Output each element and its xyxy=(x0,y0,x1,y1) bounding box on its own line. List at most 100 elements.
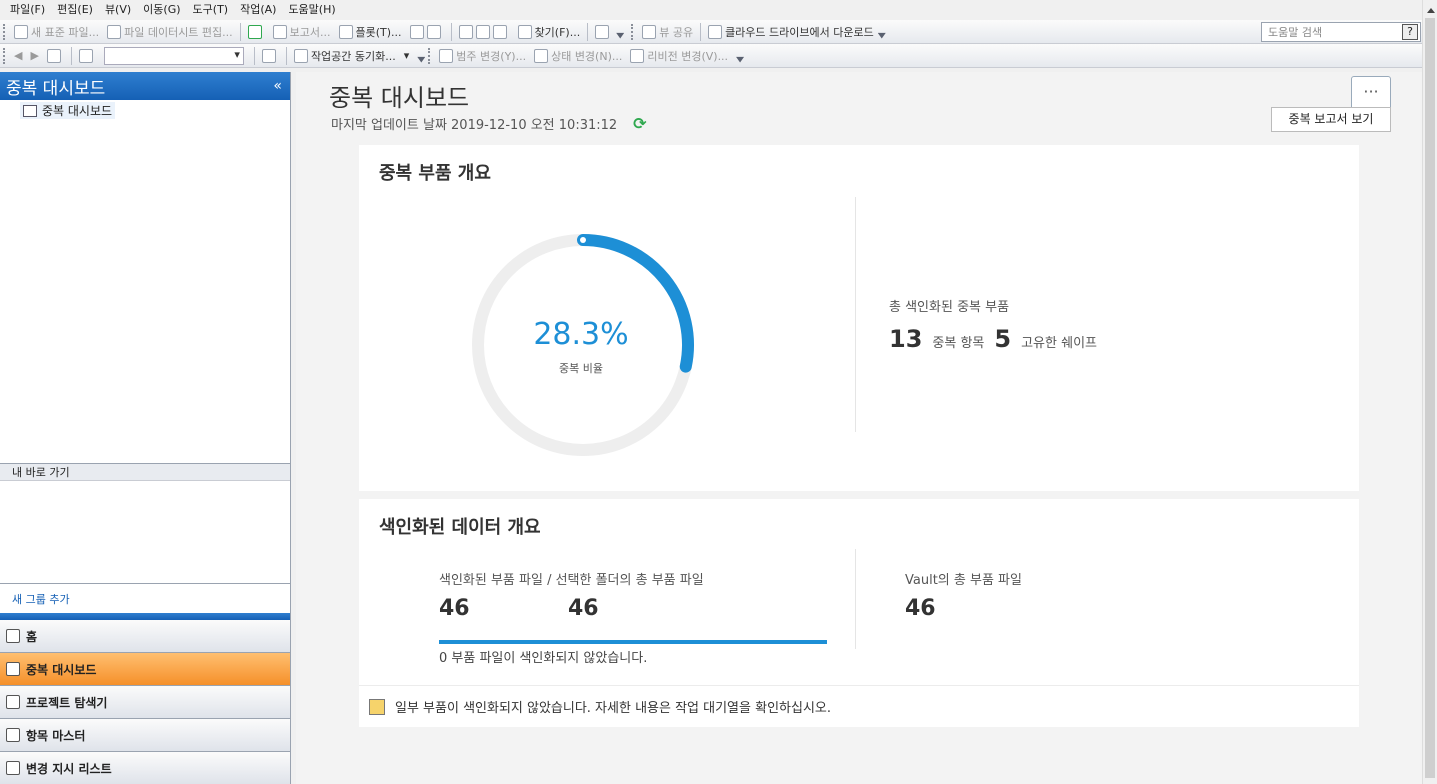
edit-datasheet-button[interactable]: 파일 데이터시트 편집... xyxy=(103,24,237,40)
unique-shapes-count: 5 xyxy=(994,325,1012,353)
sync-icon xyxy=(293,48,308,63)
separator xyxy=(587,22,589,41)
toolbar-overflow-icon[interactable] xyxy=(417,56,426,63)
datasheet-icon xyxy=(107,24,122,39)
menu-go[interactable]: 이동(G) xyxy=(137,0,186,20)
toolbar-grip[interactable] xyxy=(3,47,7,64)
separator xyxy=(285,46,287,65)
plot-button[interactable]: 플롯(T)... xyxy=(335,24,406,40)
nav-home[interactable]: 홈 xyxy=(0,620,290,653)
toolbar-grip[interactable] xyxy=(3,23,7,40)
toolbar-grip[interactable] xyxy=(631,23,635,40)
pane-header: 중복 대시보드 « xyxy=(0,72,290,100)
state-icon xyxy=(534,48,549,63)
indexed-progress-fill xyxy=(439,640,827,644)
new-file-icon xyxy=(14,24,28,39)
gauge-start-dot xyxy=(580,237,586,243)
pane-title: 중복 대시보드 xyxy=(6,78,106,99)
duplicate-overview-card: 중복 부품 개요 28.3% 중복 비율 총 색인화된 중복 부품 13 중복 … xyxy=(359,145,1359,491)
cloud-download-icon xyxy=(708,24,723,39)
toolbar-grip[interactable] xyxy=(428,47,432,64)
duplicate-percentage: 28.3% xyxy=(533,317,629,352)
page-title: 중복 대시보드 xyxy=(329,84,470,112)
refresh-button[interactable] xyxy=(244,24,269,39)
address-combo[interactable] xyxy=(103,46,244,65)
dropdown-icon[interactable] xyxy=(616,32,625,39)
indexed-data-card: 색인화된 데이터 개요 색인화된 부품 파일 / 선택한 폴더의 총 부품 파일… xyxy=(359,499,1359,727)
pane-icon xyxy=(78,48,93,63)
nav-item-master[interactable]: 항목 마스터 xyxy=(0,719,290,752)
refresh-icon[interactable]: ⟳ xyxy=(633,114,646,133)
up-folder-button[interactable] xyxy=(43,48,68,63)
preview-icon xyxy=(426,24,441,39)
delete-button[interactable] xyxy=(455,24,514,39)
sync-workspace-button[interactable]: 작업공간 동기화... ▾ xyxy=(290,48,413,64)
nav-change-order-list[interactable]: 변경 지시 리스트 xyxy=(0,752,290,784)
menu-edit[interactable]: 편집(E) xyxy=(51,0,99,20)
nav-duplicate-dashboard[interactable]: 중복 대시보드 xyxy=(0,653,290,686)
help-icon[interactable]: ? xyxy=(1402,24,1418,40)
not-indexed-note: 0 부품 파일이 색인화되지 않았습니다. xyxy=(439,651,648,666)
pane-splitter[interactable] xyxy=(0,607,290,620)
separator xyxy=(70,46,72,65)
dropdown-icon[interactable]: ▾ xyxy=(404,49,410,62)
menu-view[interactable]: 뷰(V) xyxy=(99,0,137,20)
shortcuts-header: 내 바로 가기 xyxy=(0,463,290,481)
back-button[interactable]: ◀ xyxy=(10,49,26,62)
dashboard-main: 중복 대시보드 마지막 업데이트 날짜 2019-12-10 오전 10:31:… xyxy=(296,72,1422,784)
separator xyxy=(700,22,702,41)
unique-shapes-label: 고유한 쉐이프 xyxy=(1021,336,1097,351)
indexed-files-label: 색인화된 부품 파일 / 선택한 폴더의 총 부품 파일 xyxy=(439,573,704,588)
window-scrollbar[interactable] xyxy=(1422,0,1437,784)
menu-file[interactable]: 파일(F) xyxy=(4,0,51,20)
find-button[interactable]: 찾기(F)... xyxy=(514,24,585,40)
menu-tools[interactable]: 도구(T) xyxy=(187,0,235,20)
duplicate-stats: 13 중복 항목 5 고유한 쉐이프 xyxy=(889,325,1107,353)
properties-icon xyxy=(492,24,507,39)
category-icon xyxy=(439,48,454,63)
cart-button[interactable] xyxy=(591,24,628,39)
warning-icon xyxy=(369,698,385,715)
back-arrow-icon: ◀ xyxy=(14,49,23,62)
help-search-input[interactable]: 도움말 검색 ? xyxy=(1261,22,1421,42)
change-state-button[interactable]: 상태 변경(N)... xyxy=(530,48,626,64)
navigation-pane: 중복 대시보드 « 중복 대시보드 내 바로 가기 새 그룹 추가 홈 중복 대… xyxy=(0,72,291,784)
cloud-download-button[interactable]: 클라우드 드라이브에서 다운로드 xyxy=(704,24,890,40)
duplicate-items-label: 중복 항목 xyxy=(932,336,985,351)
report-button[interactable]: 보고서... xyxy=(269,24,335,40)
share-view-button[interactable]: 뷰 공유 xyxy=(638,24,697,40)
vault-files-label: Vault의 총 부품 파일 xyxy=(905,573,1022,588)
menu-actions[interactable]: 작업(A) xyxy=(234,0,282,20)
printer-icon xyxy=(338,24,353,39)
delete-icon xyxy=(458,24,473,39)
forward-button[interactable]: ▶ xyxy=(26,49,42,62)
duplicate-percentage-label: 중복 비율 xyxy=(559,362,603,375)
menu-bar: 파일(F) 편집(E) 뷰(V) 이동(G) 도구(T) 작업(A) 도움말(H… xyxy=(0,0,1437,20)
duplicate-items-count: 13 xyxy=(889,325,923,353)
share-icon xyxy=(642,24,657,39)
toolbar-overflow-icon[interactable] xyxy=(736,56,745,63)
scrollbar-thumb[interactable] xyxy=(1425,18,1435,778)
project-explorer-icon xyxy=(6,695,20,709)
change-order-icon xyxy=(6,761,20,775)
card-title: 중복 부품 개요 xyxy=(379,163,491,184)
collapse-pane-icon[interactable]: « xyxy=(273,78,282,94)
change-revision-button[interactable]: 리비전 변경(V)... xyxy=(626,48,732,64)
change-category-button[interactable]: 범주 변경(Y)... xyxy=(435,48,530,64)
indexed-progress-bar xyxy=(439,640,827,644)
standard-toolbar: 새 표준 파일... 파일 데이터시트 편집... 보고서... 플롯(T)..… xyxy=(0,20,1437,44)
vault-files-count: 46 xyxy=(905,596,936,621)
item-master-icon xyxy=(6,728,20,742)
search-button[interactable] xyxy=(258,48,283,63)
card-divider xyxy=(855,549,856,649)
copy-icon xyxy=(475,24,490,39)
nav-project-explorer[interactable]: 프로젝트 탐색기 xyxy=(0,686,290,719)
pane-toggle-button[interactable] xyxy=(75,48,100,63)
view-report-tooltip: 중복 보고서 보기 xyxy=(1271,107,1391,132)
dropdown-icon[interactable] xyxy=(877,32,886,39)
new-file-button[interactable]: 새 표준 파일... xyxy=(10,24,103,40)
dashboard-icon xyxy=(23,104,37,117)
print-button[interactable] xyxy=(406,24,448,39)
menu-help[interactable]: 도움말(H) xyxy=(282,0,341,20)
tree-item-duplicate-dashboard[interactable]: 중복 대시보드 xyxy=(20,102,116,119)
